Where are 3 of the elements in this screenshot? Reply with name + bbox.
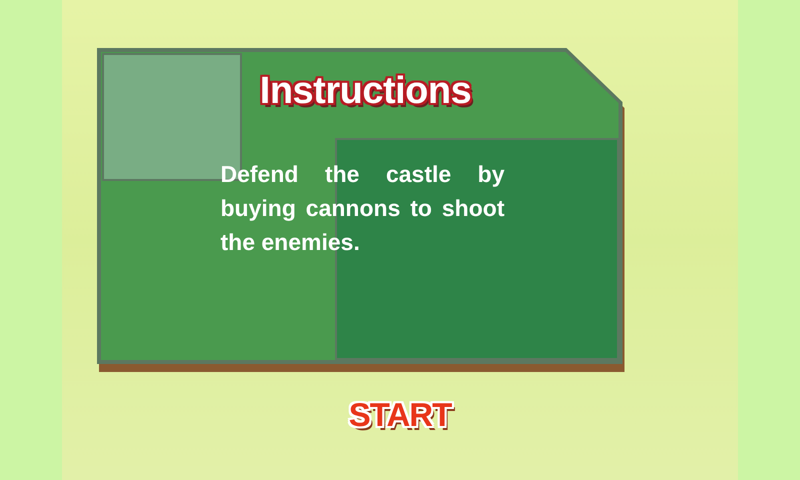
- start-button[interactable]: START: [348, 396, 452, 434]
- panel-title: Instructions: [260, 70, 472, 113]
- instructions-text: Defend the castle by buying cannons to shoot the enemies.: [220, 160, 504, 257]
